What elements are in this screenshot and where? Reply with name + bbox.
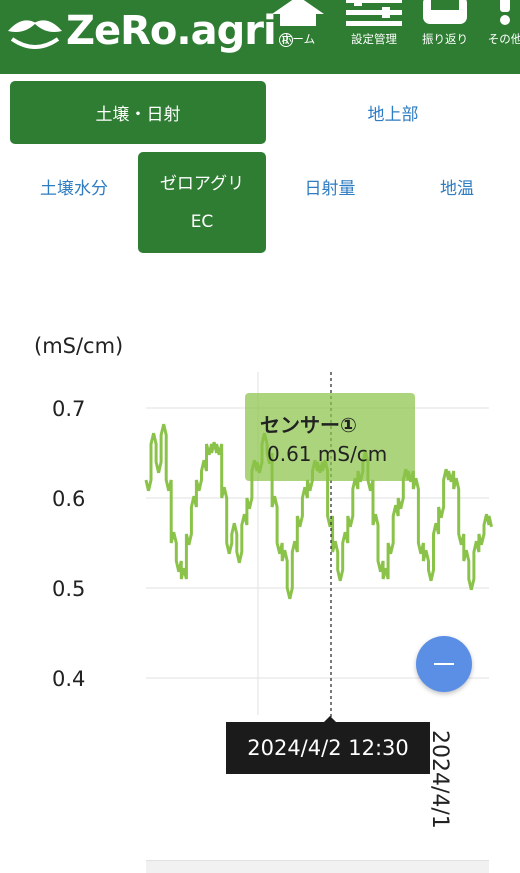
tab-soil-moisture[interactable]: 土壌水分 [10,152,138,220]
nav-home[interactable]: ホーム [264,0,332,74]
nav-more[interactable]: その他 [482,0,520,74]
tab-solar-radiation[interactable]: 日射量 [266,152,394,220]
minus-icon [434,663,454,665]
tab-soil-solar-label: 土壌・日射 [95,105,181,125]
tab-soil-temp-label: 地温 [440,178,474,199]
nav-settings-label: 設定管理 [351,32,397,46]
tooltip-value: 0.61 mS/cm [267,442,388,466]
nav-home-label: ホーム [280,32,316,46]
zoom-out-button[interactable] [416,636,472,692]
tab-soil-temp[interactable]: 地温 [394,152,520,220]
sliders-icon [346,0,402,26]
crosshair-date: 2024/4/2 12:30 [247,736,409,760]
y-tick-label: 0.7 [52,397,85,421]
y-tick-label: 0.4 [52,667,85,691]
home-icon [272,0,324,26]
nav-review[interactable]: 振り返り [412,0,478,74]
crosshair-date-tooltip: 2024/4/2 12:30 [226,722,430,774]
tab-solar-radiation-label: 日射量 [304,178,356,199]
y-tick-label: 0.5 [52,577,85,601]
logo[interactable]: ZeRo.agri R [6,6,293,56]
y-axis-unit-label: (mS/cm) [34,334,124,358]
tab-soil-solar[interactable]: 土壌・日射 [10,81,266,144]
tooltip-series-name: センサー① [260,413,357,437]
range-slider-preview[interactable] [146,860,489,873]
x-tick-label: 2024/4/1 [427,730,452,829]
tab-zero-agri-ec-label-1: ゼロアグリ [159,173,245,194]
clipboard-icon [423,0,467,24]
more-icon [500,0,510,25]
sprout-icon [8,20,62,49]
tab-soil-moisture-label: 土壌水分 [40,178,108,199]
nav-review-label: 振り返り [422,32,468,46]
app-header: ZeRo.agri R ホーム 設定管理 振り返り その他 [0,0,520,74]
nav-more-label: その他 [487,32,520,46]
tab-above-ground-label: 地上部 [367,105,419,125]
nav-settings[interactable]: 設定管理 [340,0,408,74]
logo-text: ZeRo.agri [66,8,277,54]
tab-zero-agri-ec[interactable]: ゼロアグリ EC [138,152,266,253]
tab-zero-agri-ec-label-2: EC [190,211,214,232]
chart-tooltip: センサー① 0.61 mS/cm [245,393,415,481]
tab-above-ground[interactable]: 地上部 [266,81,520,144]
y-tick-label: 0.6 [52,487,85,511]
